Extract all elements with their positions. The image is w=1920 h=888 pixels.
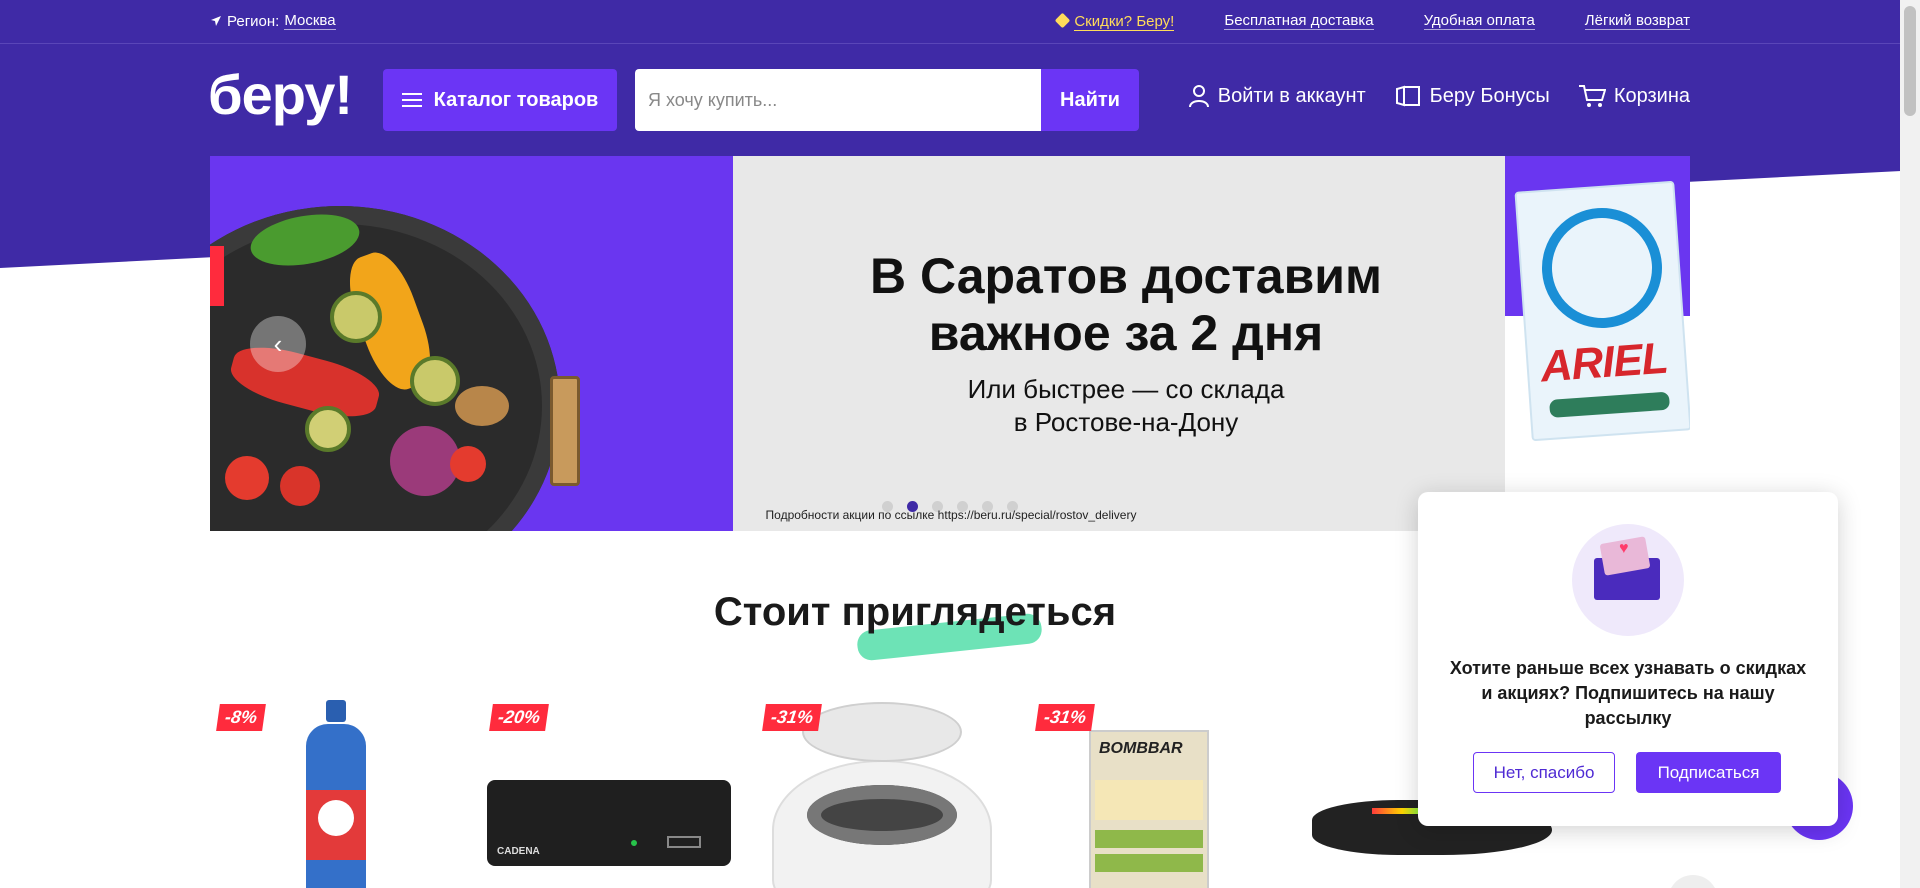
free-delivery-link[interactable]: Бесплатная доставка	[1224, 12, 1374, 30]
ariel-logo-text: ARIEL	[1539, 333, 1670, 392]
payment-link[interactable]: Удобная оплата	[1423, 12, 1535, 30]
protein-bars-image: BOMBBAR	[1089, 730, 1209, 888]
banner-subtitle: Или быстрее — со склада в Ростове-на-Дон…	[733, 373, 1519, 439]
header-nav: Войти в аккаунт Беру Бонусы Корзина	[1188, 84, 1690, 108]
banner-headline-line: важное за 2 дня	[928, 305, 1324, 361]
tomato	[225, 456, 269, 500]
discount-badge: -20%	[489, 704, 549, 731]
region-label: Регион:	[227, 12, 280, 30]
product-card[interactable]: -31%	[756, 700, 1006, 888]
banner-headline: В Саратов доставим важное за 2 дня	[733, 248, 1519, 362]
carousel-next-button[interactable]	[1668, 875, 1718, 888]
subscribe-popup: ♥ Хотите раньше всех узнавать о скидках …	[1418, 492, 1838, 826]
grill-handle	[550, 376, 580, 486]
product-card[interactable]: CADENA -20%	[483, 700, 733, 888]
menu-icon	[401, 93, 422, 107]
cart-link[interactable]: Корзина	[1578, 84, 1690, 108]
catalog-button-label: Каталог товаров	[433, 88, 599, 111]
bonuses-label: Беру Бонусы	[1429, 84, 1550, 107]
region-selector[interactable]: Регион: Москва	[210, 12, 336, 30]
tag-icon	[1055, 12, 1071, 28]
bonus-card-icon	[1395, 85, 1420, 107]
ariel-star-logo	[1537, 203, 1667, 333]
banner-subtitle-line: Или быстрее — со склада	[967, 374, 1285, 404]
scrollbar[interactable]	[1900, 0, 1920, 888]
popup-message: Хотите раньше всех узнавать о скидках и …	[1449, 658, 1807, 728]
returns-link[interactable]: Лёгкий возврат	[1584, 12, 1690, 30]
discount-badge: -8%	[216, 704, 266, 731]
promo-link-label: Скидки? Беру!	[1074, 12, 1175, 31]
heart-icon: ♥	[1619, 540, 1629, 557]
login-label: Войти в аккаунт	[1217, 84, 1366, 107]
zucchini	[305, 406, 351, 452]
product-card[interactable]: BOMBBAR -31%	[1029, 700, 1279, 888]
search-button[interactable]: Найти	[1041, 69, 1139, 131]
top-links: Скидки? Беру! Бесплатная доставка Удобна…	[1055, 12, 1690, 31]
banner-fine-print: Подробности акции по ссылке https://beru…	[765, 508, 1137, 522]
banner-prev-arrow[interactable]: ‹	[250, 316, 306, 372]
brand-label: BOMBBAR	[1099, 740, 1183, 757]
scrollbar-thumb[interactable]	[1904, 6, 1916, 116]
cart-icon	[1578, 85, 1606, 107]
water-bottle-image	[300, 700, 372, 888]
tv-receiver-image: CADENA	[487, 780, 731, 870]
banner-edge-tag	[210, 246, 224, 306]
promo-link[interactable]: Скидки? Беру!	[1055, 12, 1175, 31]
promo-banner[interactable]: ‹ В Саратов доставим важное за 2 дня Или…	[210, 156, 1690, 531]
zucchini	[330, 291, 382, 343]
subscribe-button[interactable]: Подписаться	[1636, 752, 1781, 793]
section-title: Стоит приглядеться	[713, 590, 1117, 634]
product-card[interactable]: -8%	[210, 700, 460, 888]
tomato	[280, 466, 320, 506]
location-arrow-icon	[211, 16, 221, 26]
page: Регион: Москва Скидки? Беру! Бесплатная …	[0, 0, 1920, 888]
top-bar: Регион: Москва Скидки? Беру! Бесплатная …	[210, 0, 1690, 43]
search-bar: Найти	[635, 69, 1139, 131]
ariel-pack-image: ARIEL	[1514, 180, 1690, 442]
mushroom	[455, 386, 509, 426]
search-input[interactable]	[635, 69, 1041, 131]
decline-button[interactable]: Нет, спасибо	[1473, 752, 1615, 793]
brand-label: CADENA	[497, 846, 540, 857]
banner-subtitle-line: в Ростове-на-Дону	[1013, 407, 1239, 437]
divider	[0, 43, 1900, 44]
tomato	[450, 446, 486, 482]
catalog-button[interactable]: Каталог товаров	[383, 69, 617, 131]
cart-label: Корзина	[1613, 84, 1690, 107]
banner-text-panel: В Саратов доставим важное за 2 дня Или б…	[733, 156, 1505, 531]
logo[interactable]: беру!	[208, 62, 353, 127]
product-carousel: -8% CADENA -20% -31% BOMBBAR -31%	[210, 700, 1630, 888]
ariel-label-strip	[1549, 391, 1671, 418]
bonuses-link[interactable]: Беру Бонусы	[1394, 85, 1550, 108]
user-icon	[1188, 85, 1209, 108]
login-link[interactable]: Войти в аккаунт	[1188, 84, 1366, 108]
discount-badge: -31%	[1035, 704, 1095, 731]
discount-badge: -31%	[762, 704, 822, 731]
region-city-link[interactable]: Москва	[284, 12, 336, 30]
banner-grill-image: ‹	[210, 156, 733, 531]
banner-product-panel: ARIEL	[1505, 156, 1690, 531]
zucchini	[410, 356, 460, 406]
banner-headline-line: В Саратов доставим	[869, 248, 1383, 304]
